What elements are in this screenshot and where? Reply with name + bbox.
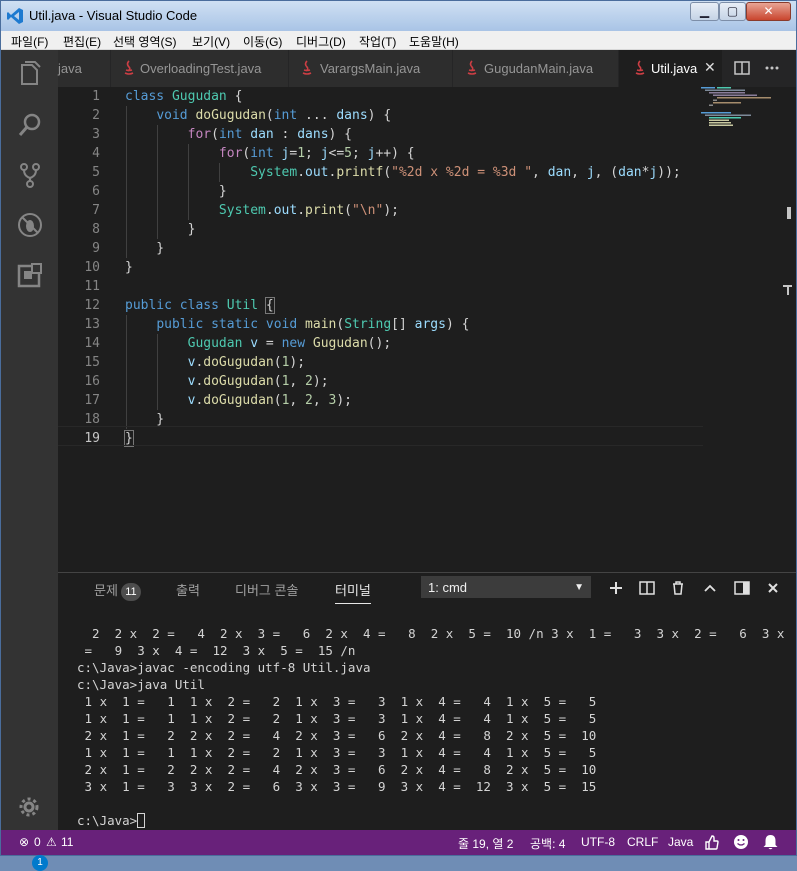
tab-varargsmain[interactable]: VarargsMain.java — [289, 50, 453, 87]
settings-badge: 1 — [32, 855, 48, 871]
code-line: 3 for(int dan : dans) { — [92, 127, 353, 142]
terminal-line: 1 x 1 = 1 1 x 2 = 2 1 x 3 = 3 1 x 4 = 4 … — [77, 745, 597, 760]
tab-overloadingtest[interactable]: OverloadingTest.java — [111, 50, 289, 87]
code-editor[interactable]: 1 class Gugudan { 2 void doGugudan(int ..… — [58, 87, 796, 572]
tab-gugudanmain[interactable]: GugudanMain.java — [453, 50, 619, 87]
code-line: 6 } — [92, 184, 227, 199]
code-line: 2 void doGugudan(int ... dans) { — [92, 108, 392, 123]
terminal-line: 2 2 x 2 = 4 2 x 3 = 6 2 x 4 = 8 2 x 5 = … — [77, 626, 797, 641]
chevron-up-icon[interactable] — [702, 580, 718, 596]
explorer-icon[interactable] — [17, 61, 43, 87]
gear-icon[interactable] — [17, 795, 43, 821]
search-icon[interactable] — [17, 112, 43, 138]
debug-icon[interactable] — [17, 212, 43, 238]
error-icon[interactable]: ⊗ — [19, 835, 29, 849]
terminal-output[interactable]: 2 2 x 2 = 4 2 x 3 = 6 2 x 4 = 8 2 x 5 = … — [77, 608, 787, 863]
code-line: 7 System.out.print("\n"); — [92, 203, 399, 218]
menu-edit[interactable]: 편집(E) — [63, 33, 101, 50]
terminal-cursor — [137, 813, 146, 828]
trash-icon[interactable] — [670, 580, 686, 596]
terminal-line: c:\Java>javac -encoding utf-8 Util.java — [77, 660, 371, 675]
split-editor-icon[interactable] — [734, 60, 750, 76]
warning-icon[interactable]: ⚠ — [46, 835, 57, 849]
java-file-icon — [467, 60, 477, 75]
java-file-icon — [302, 60, 312, 75]
menu-help[interactable]: 도움말(H) — [409, 33, 459, 50]
encoding[interactable]: UTF-8 — [581, 835, 615, 849]
new-terminal-icon[interactable] — [608, 580, 624, 596]
indentation[interactable]: 공백: 4 — [530, 835, 565, 852]
code-line: 16 v.doGugudan(1, 2); — [84, 374, 329, 389]
tab-util[interactable]: Util.java ✕ — [619, 50, 723, 87]
java-file-icon — [124, 60, 134, 75]
code-line: 8 } — [92, 222, 196, 237]
tab-output[interactable]: 출력 — [176, 580, 200, 599]
terminal-line: 2 x 1 = 2 2 x 2 = 4 2 x 3 = 6 2 x 4 = 8 … — [77, 728, 597, 743]
menu-selection[interactable]: 선택 영역(S) — [113, 33, 177, 50]
menu-file[interactable]: 파일(F) — [11, 33, 48, 50]
code-line: 10} — [84, 260, 133, 275]
tab-java[interactable]: java — [58, 50, 111, 87]
extensions-icon[interactable] — [17, 262, 43, 288]
cursor-position[interactable]: 줄 19, 열 2 — [458, 835, 513, 852]
close-panel-icon[interactable] — [765, 580, 781, 596]
title-bar: Util.java - Visual Studio Code ▁ ▢ ✕ — [1, 1, 796, 31]
terminal-prompt: c:\Java> — [77, 813, 138, 828]
code-line: 4 for(int j=1; j<=5; j++) { — [92, 146, 415, 161]
menu-bar: 파일(F) 편집(E) 선택 영역(S) 보기(V) 이동(G) 디버그(D) … — [1, 31, 796, 50]
tweet-feedback-icon[interactable] — [704, 834, 719, 850]
code-line: 15 v.doGugudan(1); — [84, 355, 306, 370]
toggle-panel-icon[interactable] — [734, 580, 750, 596]
tab-close-icon[interactable]: ✕ — [704, 59, 716, 76]
maximize-button[interactable]: ▢ — [719, 2, 746, 21]
warning-count[interactable]: 11 — [61, 835, 73, 849]
editor-scrollbar[interactable] — [779, 87, 796, 572]
menu-view[interactable]: 보기(V) — [192, 33, 230, 50]
tab-problems[interactable]: 문제 11 — [94, 580, 141, 601]
code-line: 17 v.doGugudan(1, 2, 3); — [84, 393, 353, 408]
chevron-down-icon: ▼ — [574, 582, 584, 593]
menu-debug[interactable]: 디버그(D) — [296, 33, 346, 50]
code-line: 14 Gugudan v = new Gugudan(); — [84, 336, 392, 351]
smiley-icon[interactable] — [733, 834, 749, 850]
bell-icon[interactable] — [763, 834, 778, 850]
terminal-line: 1 x 1 = 1 1 x 2 = 2 1 x 3 = 3 1 x 4 = 4 … — [77, 694, 597, 709]
terminal-select[interactable]: 1: cmd ▼ — [421, 576, 591, 598]
code-line: 12 public class Util { — [84, 297, 275, 314]
menu-go[interactable]: 이동(G) — [243, 33, 282, 50]
language-mode[interactable]: Java — [668, 835, 693, 849]
minimap[interactable] — [701, 87, 771, 127]
current-line-highlight — [58, 426, 703, 446]
tab-terminal[interactable]: 터미널 — [335, 580, 371, 604]
terminal-line: 3 x 1 = 3 3 x 2 = 6 3 x 3 = 9 3 x 4 = 12… — [77, 779, 597, 794]
error-count[interactable]: 0 — [34, 835, 41, 849]
terminal-line: 2 x 1 = 2 2 x 2 = 4 2 x 3 = 6 2 x 4 = 8 … — [77, 762, 597, 777]
status-bar: ⊗ 0 ⚠ 11 줄 19, 열 2 공백: 4 UTF-8 CRLF Java — [1, 830, 796, 855]
code-line: 5 System.out.printf("%2d x %2d = %3d ", … — [92, 165, 681, 180]
terminal-line: 1 x 1 = 1 1 x 2 = 2 1 x 3 = 3 1 x 4 = 4 … — [77, 711, 597, 726]
vscode-window: Util.java - Visual Studio Code ▁ ▢ ✕ 파일(… — [0, 0, 797, 871]
tab-debug-console[interactable]: 디버그 콘솔 — [235, 580, 298, 599]
java-file-icon — [635, 60, 645, 75]
end-of-line[interactable]: CRLF — [627, 835, 658, 849]
vscode-logo-icon — [7, 8, 23, 24]
more-actions-icon[interactable] — [764, 60, 780, 76]
bottom-panel: 문제 11 출력 디버그 콘솔 터미널 1: cmd ▼ 2 2 x 2 = 4 … — [58, 572, 796, 830]
terminal-line: = 9 3 x 4 = 12 3 x 5 = 15 /n — [77, 643, 356, 658]
code-line: 1 class Gugudan { — [92, 89, 243, 104]
problems-count-badge: 11 — [120, 583, 141, 601]
split-terminal-icon[interactable] — [639, 580, 655, 596]
source-control-icon[interactable] — [17, 162, 43, 188]
menu-tasks[interactable]: 작업(T) — [359, 33, 396, 50]
minimize-button[interactable]: ▁ — [690, 2, 719, 21]
code-line: 11 — [84, 279, 100, 294]
editor-tab-bar: java OverloadingTest.java VarargsMain.ja… — [58, 50, 796, 87]
close-button[interactable]: ✕ — [746, 2, 791, 21]
terminal-line: c:\Java>java Util — [77, 677, 205, 692]
code-line: 13 public static void main(String[] args… — [84, 317, 470, 332]
activity-bar: 1 — [1, 50, 58, 871]
code-line: 9 } — [92, 241, 165, 256]
window-title: Util.java - Visual Studio Code — [29, 8, 198, 23]
